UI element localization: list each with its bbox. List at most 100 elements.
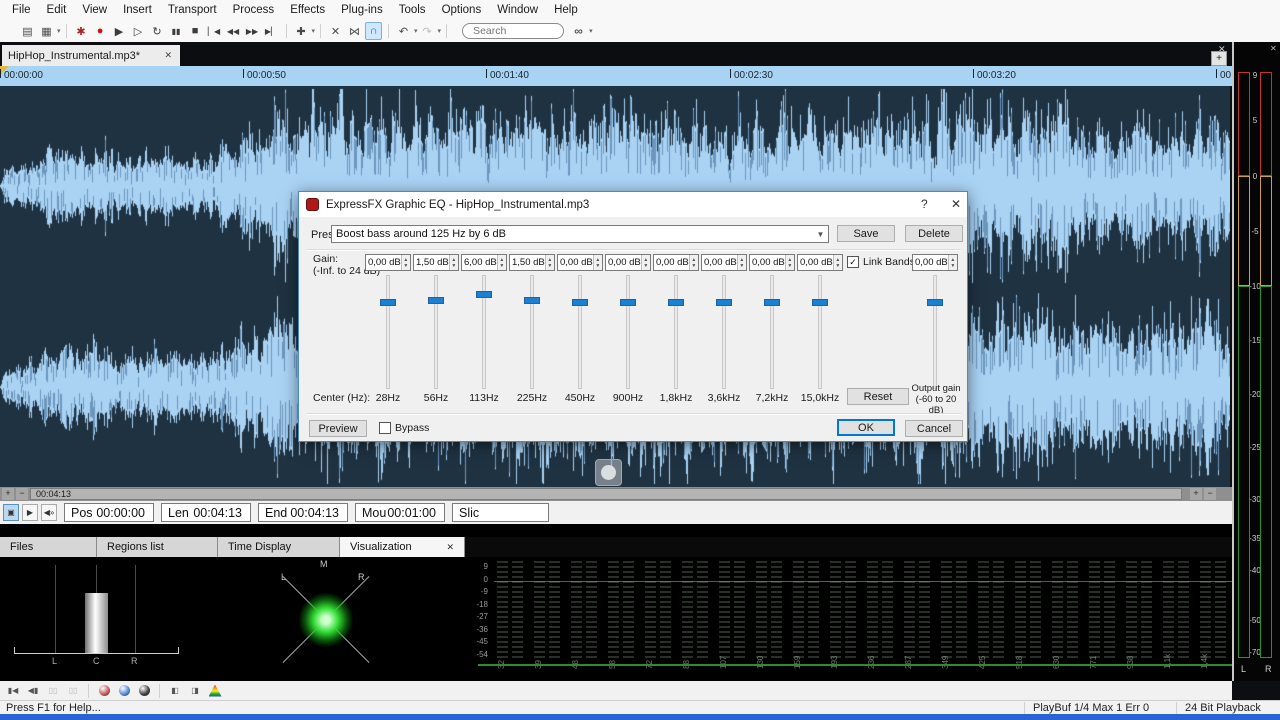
band-4-gain-spinner[interactable]: 1,50 dB▲▼ xyxy=(509,254,555,271)
edit-tool-icon-dropdown[interactable]: ▾ xyxy=(312,27,316,35)
zoom-out-button[interactable]: − xyxy=(16,488,28,500)
redo-icon[interactable]: ↷ xyxy=(419,22,436,40)
search-input[interactable] xyxy=(471,24,555,38)
band-10-gain-spinner[interactable]: 0,00 dB▲▼ xyxy=(797,254,843,271)
band-9-gain-spinner[interactable]: 0,00 dB▲▼ xyxy=(749,254,795,271)
record-options-icon[interactable]: ✱ xyxy=(73,22,90,40)
panel-tab-visualization[interactable]: Visualization✕ xyxy=(340,537,465,557)
spinner-arrows-icon[interactable]: ▲▼ xyxy=(449,255,458,270)
save-icon-dropdown[interactable]: ▾ xyxy=(57,27,61,35)
combo-dropdown-icon[interactable]: ▼ xyxy=(813,230,828,239)
page-next-icon[interactable]: ▯▯ xyxy=(65,683,81,698)
band-5-slider[interactable] xyxy=(578,275,582,389)
play-plugin-icon[interactable]: ▷ xyxy=(130,22,147,40)
spinner-arrows-icon[interactable]: ▲▼ xyxy=(833,255,842,270)
spinner-arrows-icon[interactable]: ▲▼ xyxy=(401,255,410,270)
scrollbar-thumb[interactable] xyxy=(30,488,1182,500)
band-7-slider[interactable] xyxy=(674,275,678,389)
play-icon[interactable]: ▶ xyxy=(111,22,128,40)
band-5-slider-handle[interactable] xyxy=(572,299,588,306)
playbar-play-icon[interactable]: ▶ xyxy=(22,504,38,521)
band-2-slider[interactable] xyxy=(434,275,438,389)
bypass-checkbox[interactable]: Bypass xyxy=(379,422,429,434)
panel-tab-regionslist[interactable]: Regions list xyxy=(97,537,218,557)
menu-file[interactable]: File xyxy=(4,2,39,18)
delete-button[interactable]: Delete xyxy=(905,225,963,242)
band-6-slider[interactable] xyxy=(626,275,630,389)
output-gain-slider[interactable] xyxy=(933,275,937,389)
preset-combobox[interactable]: Boost bass around 125 Hz by 6 dB ▼ xyxy=(331,225,829,243)
band-3-slider[interactable] xyxy=(482,275,486,389)
band-7-slider-handle[interactable] xyxy=(668,299,684,306)
pan-left-icon[interactable]: ◧ xyxy=(167,683,183,698)
page-prev-icon[interactable]: ▯▯ xyxy=(45,683,61,698)
scrub-hub-button[interactable] xyxy=(595,459,622,486)
field-len[interactable]: Len00:04:13 xyxy=(161,503,251,522)
pan-right-icon[interactable]: ◨ xyxy=(187,683,203,698)
menu-transport[interactable]: Transport xyxy=(160,2,225,18)
time-ruler[interactable]: 00:00:0000:00:5000:01:4000:02:3000:03:20… xyxy=(0,66,1232,86)
fast-forward-icon[interactable]: ▶▶ xyxy=(244,22,261,40)
reset-button[interactable]: Reset xyxy=(847,388,909,405)
band-2-slider-handle[interactable] xyxy=(428,297,444,304)
phase-scope-icon[interactable] xyxy=(136,683,152,698)
spinner-arrows-icon[interactable]: ▲▼ xyxy=(785,255,794,270)
menu-edit[interactable]: Edit xyxy=(39,2,75,18)
preview-button[interactable]: Preview xyxy=(309,420,367,437)
menu-plugins[interactable]: Plug-ins xyxy=(333,2,391,18)
ok-button[interactable]: OK xyxy=(837,419,895,436)
zoom-in-button[interactable]: + xyxy=(2,488,14,500)
menu-process[interactable]: Process xyxy=(225,2,283,18)
edit-mode-button[interactable]: ▣ xyxy=(3,504,19,521)
redo-icon-dropdown[interactable]: ▾ xyxy=(438,27,442,35)
audio-device-icon[interactable]: ◀» xyxy=(41,504,57,521)
menu-window[interactable]: Window xyxy=(489,2,546,18)
band-8-slider[interactable] xyxy=(722,275,726,389)
panel-tab-files[interactable]: Files xyxy=(0,537,97,557)
dialog-close-icon[interactable]: ✕ xyxy=(951,197,961,211)
band-9-slider-handle[interactable] xyxy=(764,299,780,306)
dialog-help-button[interactable]: ? xyxy=(921,197,928,211)
band-2-gain-spinner[interactable]: 1,50 dB▲▼ xyxy=(413,254,459,271)
save-button[interactable]: Save xyxy=(837,225,895,242)
band-8-slider-handle[interactable] xyxy=(716,299,732,306)
go-to-end-icon[interactable]: ▶▏ xyxy=(263,22,280,40)
menu-view[interactable]: View xyxy=(74,2,115,18)
cancel-button[interactable]: Cancel xyxy=(905,420,963,437)
pause-icon[interactable]: ▮▮ xyxy=(168,22,185,40)
link-bands-checkbox[interactable]: ✓ Link Bands xyxy=(847,256,915,268)
spinner-arrows-icon[interactable]: ▲▼ xyxy=(689,255,698,270)
band-5-gain-spinner[interactable]: 0,00 dB▲▼ xyxy=(557,254,603,271)
spinner-arrows-icon[interactable]: ▲▼ xyxy=(545,255,554,270)
spinner-arrows-icon[interactable]: ▲▼ xyxy=(497,255,506,270)
field-pos[interactable]: Pos00:00:00 xyxy=(64,503,154,522)
panel-tab-timedisplay[interactable]: Time Display xyxy=(218,537,340,557)
field-slic[interactable]: Slic xyxy=(452,503,549,522)
spinner-arrows-icon[interactable]: ▲▼ xyxy=(948,255,957,270)
edit-tool-icon[interactable]: ✚ xyxy=(293,22,310,40)
level-histogram-icon[interactable] xyxy=(96,683,112,698)
restore-layout-button[interactable]: + xyxy=(1211,51,1227,66)
loop-playback-icon[interactable]: ↻ xyxy=(149,22,166,40)
find-binoculars-icon[interactable]: ∞ xyxy=(570,22,587,40)
field-mou[interactable]: Mou00:01:00 xyxy=(355,503,445,522)
zoom-out-button-right[interactable]: − xyxy=(1204,488,1216,500)
spinner-arrows-icon[interactable]: ▲▼ xyxy=(737,255,746,270)
menu-options[interactable]: Options xyxy=(434,2,490,18)
field-end[interactable]: End00:04:13 xyxy=(258,503,348,522)
find-dropdown-icon[interactable]: ▾ xyxy=(589,27,593,35)
save-icon[interactable]: ▦ xyxy=(38,22,55,40)
output-gain-slider-handle[interactable] xyxy=(927,299,943,306)
band-10-slider[interactable] xyxy=(818,275,822,389)
go-to-start-icon[interactable]: ▏◀ xyxy=(206,22,223,40)
search-box[interactable] xyxy=(462,23,564,39)
band-1-gain-spinner[interactable]: 0,00 dB▲▼ xyxy=(365,254,411,271)
dialog-title-bar[interactable]: ExpressFX Graphic EQ - HipHop_Instrument… xyxy=(299,192,967,217)
menu-tools[interactable]: Tools xyxy=(391,2,434,18)
band-1-slider[interactable] xyxy=(386,275,390,389)
record-icon[interactable]: ● xyxy=(92,22,109,40)
band-4-slider[interactable] xyxy=(530,275,534,389)
menu-insert[interactable]: Insert xyxy=(115,2,160,18)
band-1-slider-handle[interactable] xyxy=(380,299,396,306)
undo-icon-dropdown[interactable]: ▾ xyxy=(414,27,418,35)
